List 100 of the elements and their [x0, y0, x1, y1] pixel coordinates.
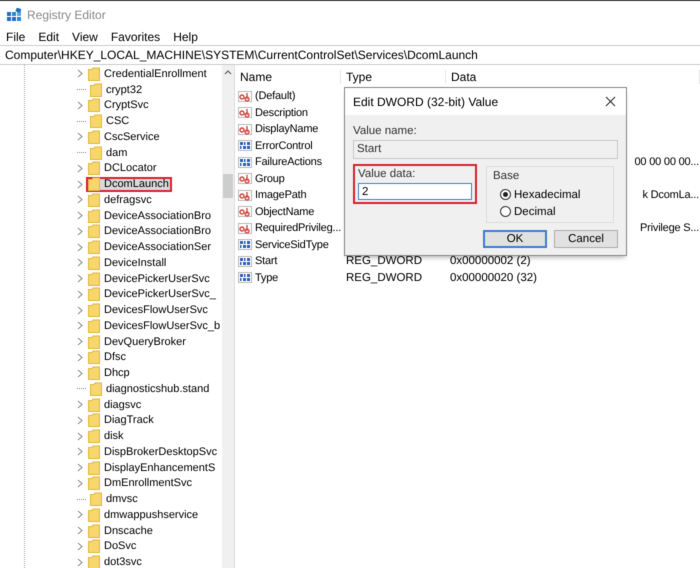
tree-item[interactable]: Dhcp: [86, 366, 133, 381]
radio-option[interactable]: Hexadecimal: [493, 186, 613, 203]
group-label: Base: [493, 170, 520, 182]
folder-icon: [90, 492, 102, 506]
value-data: Privilege S...: [640, 222, 699, 234]
value-name[interactable]: ImagePath: [255, 189, 306, 202]
window-title: Registry Editor: [27, 8, 106, 22]
folder-icon: [88, 224, 100, 238]
menu-item[interactable]: File: [6, 30, 26, 44]
scrollbar[interactable]: [222, 65, 234, 568]
close-icon[interactable]: [605, 96, 616, 107]
tree-item[interactable]: DcomLaunch: [86, 176, 172, 192]
folder-icon: [88, 318, 100, 333]
tree-item[interactable]: dot3svc: [86, 554, 145, 568]
folder-icon: [88, 555, 100, 568]
value-data: k DcomLa...: [642, 189, 699, 202]
folder-icon: [90, 382, 102, 396]
value-name-field[interactable]: Start: [353, 140, 618, 159]
value-name[interactable]: ObjectName: [255, 206, 314, 218]
dialog-button[interactable]: Cancel: [554, 230, 618, 248]
folder-icon: [88, 429, 100, 444]
tree-item[interactable]: Dfsc: [86, 350, 129, 365]
value-name[interactable]: ErrorControl: [255, 140, 313, 152]
tree-item[interactable]: crypt32: [88, 82, 146, 98]
radio-button[interactable]: [500, 189, 511, 200]
value-name[interactable]: RequiredPrivileg...: [255, 222, 342, 234]
menu-item[interactable]: Edit: [38, 30, 60, 44]
folder-icon: [88, 334, 100, 349]
folder-icon: [88, 287, 100, 302]
tree-item[interactable]: diagsvc: [86, 397, 144, 412]
tree-item[interactable]: DCLocator: [86, 160, 160, 176]
value-name[interactable]: ServiceSidType: [255, 238, 329, 251]
value-name[interactable]: Description: [255, 106, 308, 119]
folder-icon: [90, 114, 102, 128]
tree-item[interactable]: DevicesFlowUserSvc: [86, 302, 211, 318]
tree-item[interactable]: DevicesFlowUserSvc_b: [86, 318, 224, 334]
folder-icon: [88, 98, 100, 112]
folder-icon: [88, 413, 100, 428]
string-value-icon: [238, 188, 252, 202]
folder-icon: [88, 508, 100, 522]
tree-item[interactable]: DoSvc: [86, 538, 140, 554]
scroll-up-icon[interactable]: [224, 69, 232, 75]
value-name[interactable]: Start: [255, 255, 278, 268]
value-name[interactable]: DisplayName: [255, 123, 318, 136]
tree-item[interactable]: DisplayEnhancementS: [86, 460, 218, 476]
tree-item[interactable]: DeviceAssociationBro: [86, 224, 214, 239]
dialog-title: Edit DWORD (32-bit) Value: [353, 94, 498, 108]
column-header[interactable]: Data: [446, 70, 700, 84]
folder-icon: [90, 82, 102, 97]
tree-item[interactable]: CryptSvc: [86, 98, 152, 113]
string-value-icon: [238, 172, 252, 186]
tree-item[interactable]: DevQueryBroker: [86, 334, 189, 350]
dialog-button[interactable]: OK: [483, 230, 547, 248]
value-name[interactable]: FailureActions: [255, 156, 322, 168]
scrollbar-thumb[interactable]: [223, 174, 233, 198]
value-name[interactable]: (Default): [255, 90, 296, 102]
value-name[interactable]: Group: [255, 172, 285, 185]
tree-item[interactable]: DiagTrack: [86, 412, 157, 428]
tree-item[interactable]: dmvsc: [88, 492, 141, 507]
folder-icon: [88, 398, 100, 412]
folder-icon: [90, 146, 102, 160]
menu-item[interactable]: Help: [173, 30, 198, 44]
folder-icon: [88, 476, 100, 490]
tree-item[interactable]: CSC: [88, 114, 132, 129]
folder-icon: [88, 272, 100, 286]
folder-icon: [88, 460, 100, 475]
string-value-icon: [238, 90, 252, 103]
registry-app-icon: [7, 8, 21, 22]
address-bar[interactable]: Computer\HKEY_LOCAL_MACHINE\SYSTEM\CurrentControlSet\Services\DcomLaunch: [0, 46, 700, 64]
value-name[interactable]: Type: [255, 272, 278, 284]
folder-icon: [88, 208, 100, 223]
tree-item[interactable]: DeviceAssociationSer: [86, 240, 214, 255]
tree-item[interactable]: DispBrokerDesktopSvc: [86, 444, 220, 460]
tree-item[interactable]: dmwappushservice: [86, 507, 202, 522]
tree-item[interactable]: CscService: [86, 129, 163, 144]
tree-item[interactable]: disk: [86, 428, 127, 444]
radio-button[interactable]: [500, 206, 511, 217]
tree-item[interactable]: diagnosticshub.stand: [88, 381, 212, 396]
column-header[interactable]: Type: [341, 70, 446, 84]
value-data: 0x00000020 (32): [450, 272, 537, 284]
tree-item[interactable]: DevicePickerUserSvc: [86, 271, 213, 286]
value-data-field[interactable]: 2: [358, 183, 472, 200]
folder-icon: [88, 161, 100, 176]
folder-icon: [88, 177, 100, 192]
menu-item[interactable]: View: [72, 30, 98, 44]
tree-item[interactable]: defragsvc: [86, 192, 155, 208]
tree-item[interactable]: DmEnrollmentSvc: [86, 476, 196, 491]
radio-option[interactable]: Decimal: [493, 203, 613, 220]
value-data: 00 00 00 00...: [634, 156, 699, 168]
column-header[interactable]: Name: [235, 70, 341, 84]
tree-item[interactable]: DevicePickerUserSvc_: [86, 286, 219, 302]
tree-item[interactable]: Dnscache: [86, 523, 156, 538]
tree-item[interactable]: dam: [88, 145, 130, 160]
tree-item[interactable]: CredentialEnrollment: [86, 66, 210, 82]
folder-icon: [88, 192, 100, 207]
tree-item[interactable]: DeviceAssociationBro: [86, 208, 214, 224]
tree-item[interactable]: DeviceInstall: [86, 255, 170, 270]
menu-item[interactable]: Favorites: [110, 30, 160, 44]
folder-icon: [88, 256, 100, 270]
binary-value-icon: [238, 271, 252, 284]
